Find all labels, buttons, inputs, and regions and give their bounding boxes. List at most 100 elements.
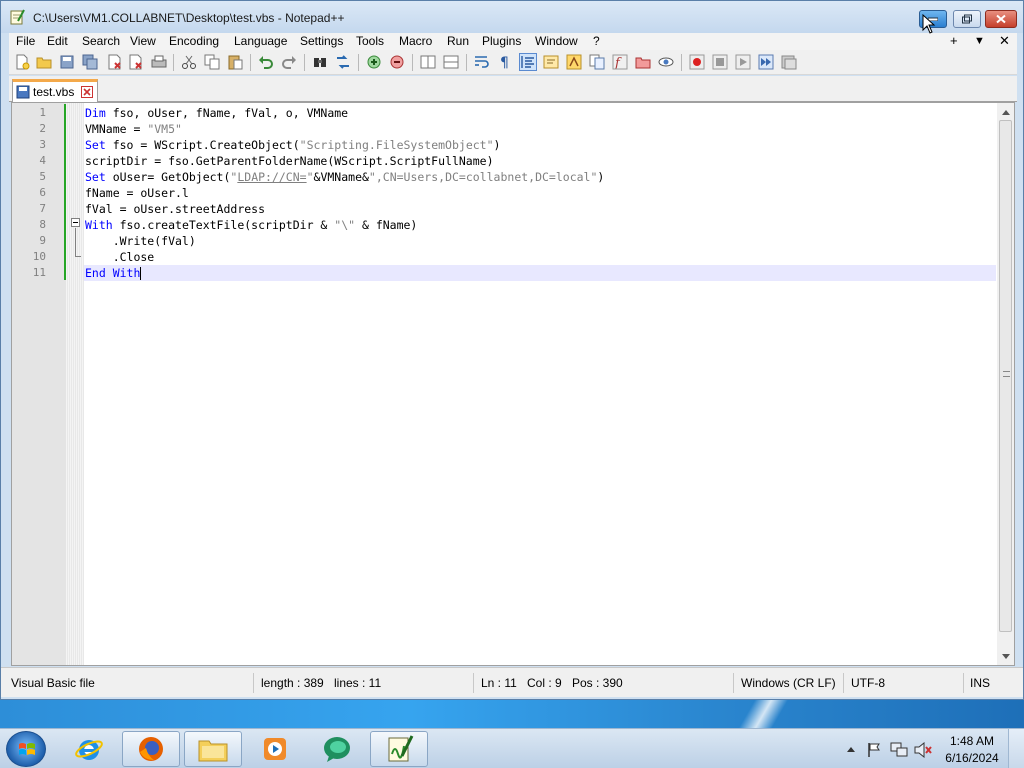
play-macro-icon[interactable]: [735, 54, 751, 70]
document-map-icon[interactable]: [566, 54, 582, 70]
scroll-up-icon[interactable]: [1002, 110, 1010, 115]
save-all-icon[interactable]: [82, 54, 98, 70]
clock-date[interactable]: 6/16/2024: [940, 751, 1004, 765]
stop-macro-icon[interactable]: [712, 54, 728, 70]
monitoring-icon[interactable]: [658, 54, 674, 70]
vertical-scrollbar[interactable]: [997, 103, 1014, 665]
save-icon[interactable]: [59, 54, 75, 70]
cut-icon[interactable]: [181, 54, 197, 70]
copy-icon[interactable]: [204, 54, 220, 70]
status-eol[interactable]: Windows (CR LF): [741, 676, 836, 690]
tab-test-vbs[interactable]: test.vbs: [12, 79, 98, 102]
status-encoding[interactable]: UTF-8: [851, 676, 885, 690]
menu-file[interactable]: File: [16, 34, 35, 48]
show-desktop-button[interactable]: [1008, 729, 1024, 768]
line-number: 4: [39, 154, 46, 167]
sync-vertical-icon[interactable]: [420, 54, 436, 70]
code-line[interactable]: Set fso = WScript.CreateObject("Scriptin…: [84, 137, 996, 153]
code-text: fso = WScript.CreateObject(: [105, 138, 300, 152]
zoom-out-icon[interactable]: [389, 54, 405, 70]
tab-close-button[interactable]: [81, 86, 93, 98]
code-line[interactable]: fVal = oUser.streetAddress: [84, 201, 996, 217]
close-file-icon[interactable]: [106, 54, 122, 70]
run-macro-multiple-icon[interactable]: [758, 54, 774, 70]
clock-time[interactable]: 1:48 AM: [948, 734, 996, 748]
close-document-button[interactable]: ✕: [999, 33, 1010, 49]
network-icon[interactable]: [890, 742, 908, 758]
word-wrap-icon[interactable]: [474, 54, 490, 70]
media-player-icon: [264, 738, 286, 760]
taskbar-notepadpp[interactable]: [370, 731, 428, 767]
show-all-chars-icon[interactable]: ¶: [497, 54, 513, 70]
code-line[interactable]: scriptDir = fso.GetParentFolderName(WScr…: [84, 153, 996, 169]
record-macro-icon[interactable]: [689, 54, 705, 70]
menu-macro[interactable]: Macro: [399, 34, 432, 48]
code-text: .Write(fVal): [85, 234, 196, 248]
start-button[interactable]: [6, 731, 46, 767]
folder-workspace-icon[interactable]: f: [612, 54, 628, 70]
code-line[interactable]: Dim fso, oUser, fName, fVal, o, VMName: [84, 105, 996, 121]
code-text: ): [493, 138, 501, 152]
user-language-icon[interactable]: [543, 54, 559, 70]
indent-guide-icon[interactable]: [519, 53, 537, 71]
redo-icon[interactable]: [281, 54, 297, 70]
zoom-in-icon[interactable]: [366, 54, 382, 70]
show-hidden-icons-icon[interactable]: [846, 745, 856, 753]
menu-tools[interactable]: Tools: [356, 34, 384, 48]
taskbar-chat-app[interactable]: [308, 731, 366, 767]
code-line[interactable]: With fso.createTextFile(scriptDir & "\" …: [84, 217, 996, 233]
editor-pane[interactable]: 1 2 3 4 5 6 7 8 9 10 11 Dim fso, oUser, fName, fVa…: [11, 102, 1015, 666]
new-tab-button[interactable]: +: [950, 33, 958, 48]
menu-search[interactable]: Search: [82, 34, 120, 48]
menu-view[interactable]: View: [130, 34, 156, 48]
tab-list-button[interactable]: ▼: [974, 35, 985, 47]
paste-icon[interactable]: [227, 54, 243, 70]
sync-horizontal-icon[interactable]: [443, 54, 459, 70]
taskbar-file-explorer[interactable]: [184, 731, 242, 767]
status-insert-mode[interactable]: INS: [970, 676, 990, 690]
folder-as-workspace-icon[interactable]: [635, 54, 651, 70]
save-macro-icon[interactable]: [781, 54, 797, 70]
volume-muted-icon[interactable]: [914, 742, 932, 758]
replace-icon[interactable]: [335, 54, 351, 70]
code-line[interactable]: Set oUser= GetObject("LDAP://CN="&VMName…: [84, 169, 996, 185]
menu-plugins[interactable]: Plugins: [482, 34, 521, 48]
new-file-icon[interactable]: [14, 54, 30, 70]
print-icon[interactable]: [151, 54, 167, 70]
toolbar-separator: [304, 54, 305, 71]
action-center-flag-icon[interactable]: [866, 742, 882, 758]
menu-run[interactable]: Run: [447, 34, 469, 48]
open-file-icon[interactable]: [36, 54, 52, 70]
taskbar-firefox[interactable]: [122, 731, 180, 767]
saved-file-icon: [16, 85, 30, 99]
maximize-button[interactable]: [953, 10, 981, 28]
close-all-icon[interactable]: [128, 54, 144, 70]
code-line[interactable]: fName = oUser.l: [84, 185, 996, 201]
status-line: Ln : 11: [481, 676, 517, 690]
menu-window[interactable]: Window: [535, 34, 578, 48]
menu-help[interactable]: ?: [593, 34, 600, 48]
menu-language[interactable]: Language: [234, 34, 287, 48]
menu-encoding[interactable]: Encoding: [169, 34, 219, 48]
code-line[interactable]: .Write(fVal): [84, 233, 996, 249]
code-area[interactable]: Dim fso, oUser, fName, fVal, o, VMName VM…: [84, 103, 996, 665]
taskbar-internet-explorer[interactable]: [60, 731, 118, 767]
scroll-down-icon[interactable]: [1002, 654, 1010, 659]
menu-edit[interactable]: Edit: [47, 34, 68, 48]
find-icon[interactable]: [312, 54, 328, 70]
toolbar-separator: [358, 54, 359, 71]
close-window-button[interactable]: [985, 10, 1017, 28]
fold-toggle-icon[interactable]: [71, 218, 80, 227]
title-bar[interactable]: C:\Users\VM1.COLLABNET\Desktop\test.vbs …: [1, 1, 1023, 33]
code-line[interactable]: VMName = "VM5": [84, 121, 996, 137]
function-list-icon[interactable]: [589, 54, 605, 70]
undo-icon[interactable]: [258, 54, 274, 70]
menu-settings[interactable]: Settings: [300, 34, 343, 48]
code-string: "Scripting.FileSystemObject": [299, 138, 494, 152]
taskbar-media-player[interactable]: [246, 731, 304, 767]
scrollbar-thumb[interactable]: [999, 120, 1012, 632]
toolbar-separator: [250, 54, 251, 71]
code-line[interactable]: End With: [84, 265, 996, 281]
code-line[interactable]: .Close: [84, 249, 996, 265]
tab-bar: test.vbs: [9, 76, 1017, 102]
